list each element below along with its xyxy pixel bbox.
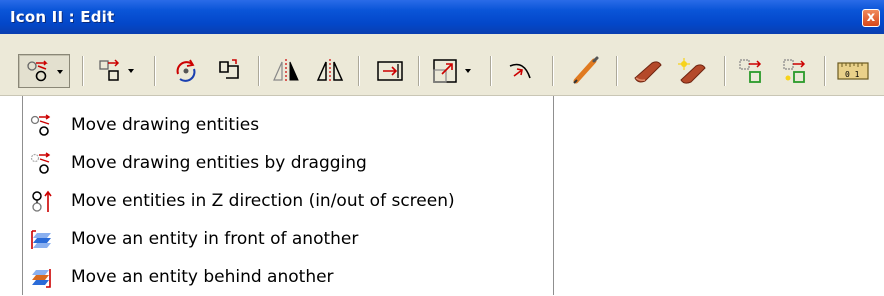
menu-item-move-drawing-entities[interactable]: Move drawing entities: [23, 106, 553, 144]
menu-item-move-in-front[interactable]: Move an entity in front of another: [23, 220, 553, 258]
menu-item-move-by-dragging[interactable]: Move drawing entities by dragging: [23, 144, 553, 182]
edit-toolbar: 0 1: [0, 34, 884, 96]
rotate-icon: [176, 59, 196, 82]
select-group-icon: [739, 59, 762, 83]
select-group-button[interactable]: [734, 54, 770, 88]
edit-window: Icon II : Edit x 0 1 Move drawing entiti…: [0, 0, 884, 295]
close-icon: x: [866, 10, 876, 25]
menu-item-label: Move an entity in front of another: [71, 229, 359, 249]
stretch-button[interactable]: [372, 54, 408, 88]
menu-item-label: Move drawing entities: [71, 115, 260, 135]
mirror-copy-icon: [316, 59, 344, 83]
ruler-icon: 0 1: [837, 62, 869, 80]
measure-button[interactable]: 0 1: [834, 54, 874, 88]
move-z-icon: [32, 190, 52, 212]
move-entities-icon: [30, 114, 51, 136]
stretch-icon: [377, 61, 403, 81]
eraser-sparkle-icon: [678, 58, 706, 84]
close-button[interactable]: x: [862, 9, 880, 27]
eraser-special-button[interactable]: [674, 54, 714, 88]
eraser-button[interactable]: [628, 54, 668, 88]
rotate-copy-button[interactable]: [212, 54, 248, 88]
send-back-icon: [32, 269, 51, 288]
move-entities-dropdown-menu: Move drawing entities Move drawing entit…: [22, 96, 554, 295]
menu-item-move-z-direction[interactable]: Move entities in Z direction (in/out of …: [23, 182, 553, 220]
pen-button[interactable]: [566, 54, 606, 88]
menu-item-label: Move entities in Z direction (in/out of …: [71, 191, 455, 211]
rotate-copy-icon: [219, 59, 239, 79]
copy-entities-icon: [99, 59, 134, 81]
move-entities-dropdown-button[interactable]: [18, 54, 70, 88]
move-entities-icon: [27, 60, 63, 82]
eraser-icon: [634, 61, 662, 83]
title-bar[interactable]: Icon II : Edit x: [0, 0, 884, 34]
menu-item-label: Move drawing entities by dragging: [71, 153, 367, 173]
mirror-button[interactable]: [268, 54, 304, 88]
path-button[interactable]: [502, 54, 540, 88]
select-group-add-icon: [783, 59, 806, 83]
path-icon: [509, 63, 531, 79]
menu-item-move-behind[interactable]: Move an entity behind another: [23, 258, 553, 296]
scale-icon: [433, 59, 471, 83]
move-drag-icon: [30, 152, 51, 174]
copy-entities-dropdown-button[interactable]: [94, 54, 142, 88]
window-title: Icon II : Edit: [10, 8, 115, 26]
mirror-icon: [273, 59, 299, 83]
bring-front-icon: [31, 230, 51, 249]
pen-icon: [573, 56, 599, 84]
select-group-add-button[interactable]: [778, 54, 814, 88]
menu-item-label: Move an entity behind another: [71, 267, 334, 287]
svg-text:0 1: 0 1: [845, 70, 860, 79]
scale-dropdown-button[interactable]: [428, 54, 478, 88]
mirror-copy-button[interactable]: [312, 54, 348, 88]
rotate-button[interactable]: [168, 54, 204, 88]
